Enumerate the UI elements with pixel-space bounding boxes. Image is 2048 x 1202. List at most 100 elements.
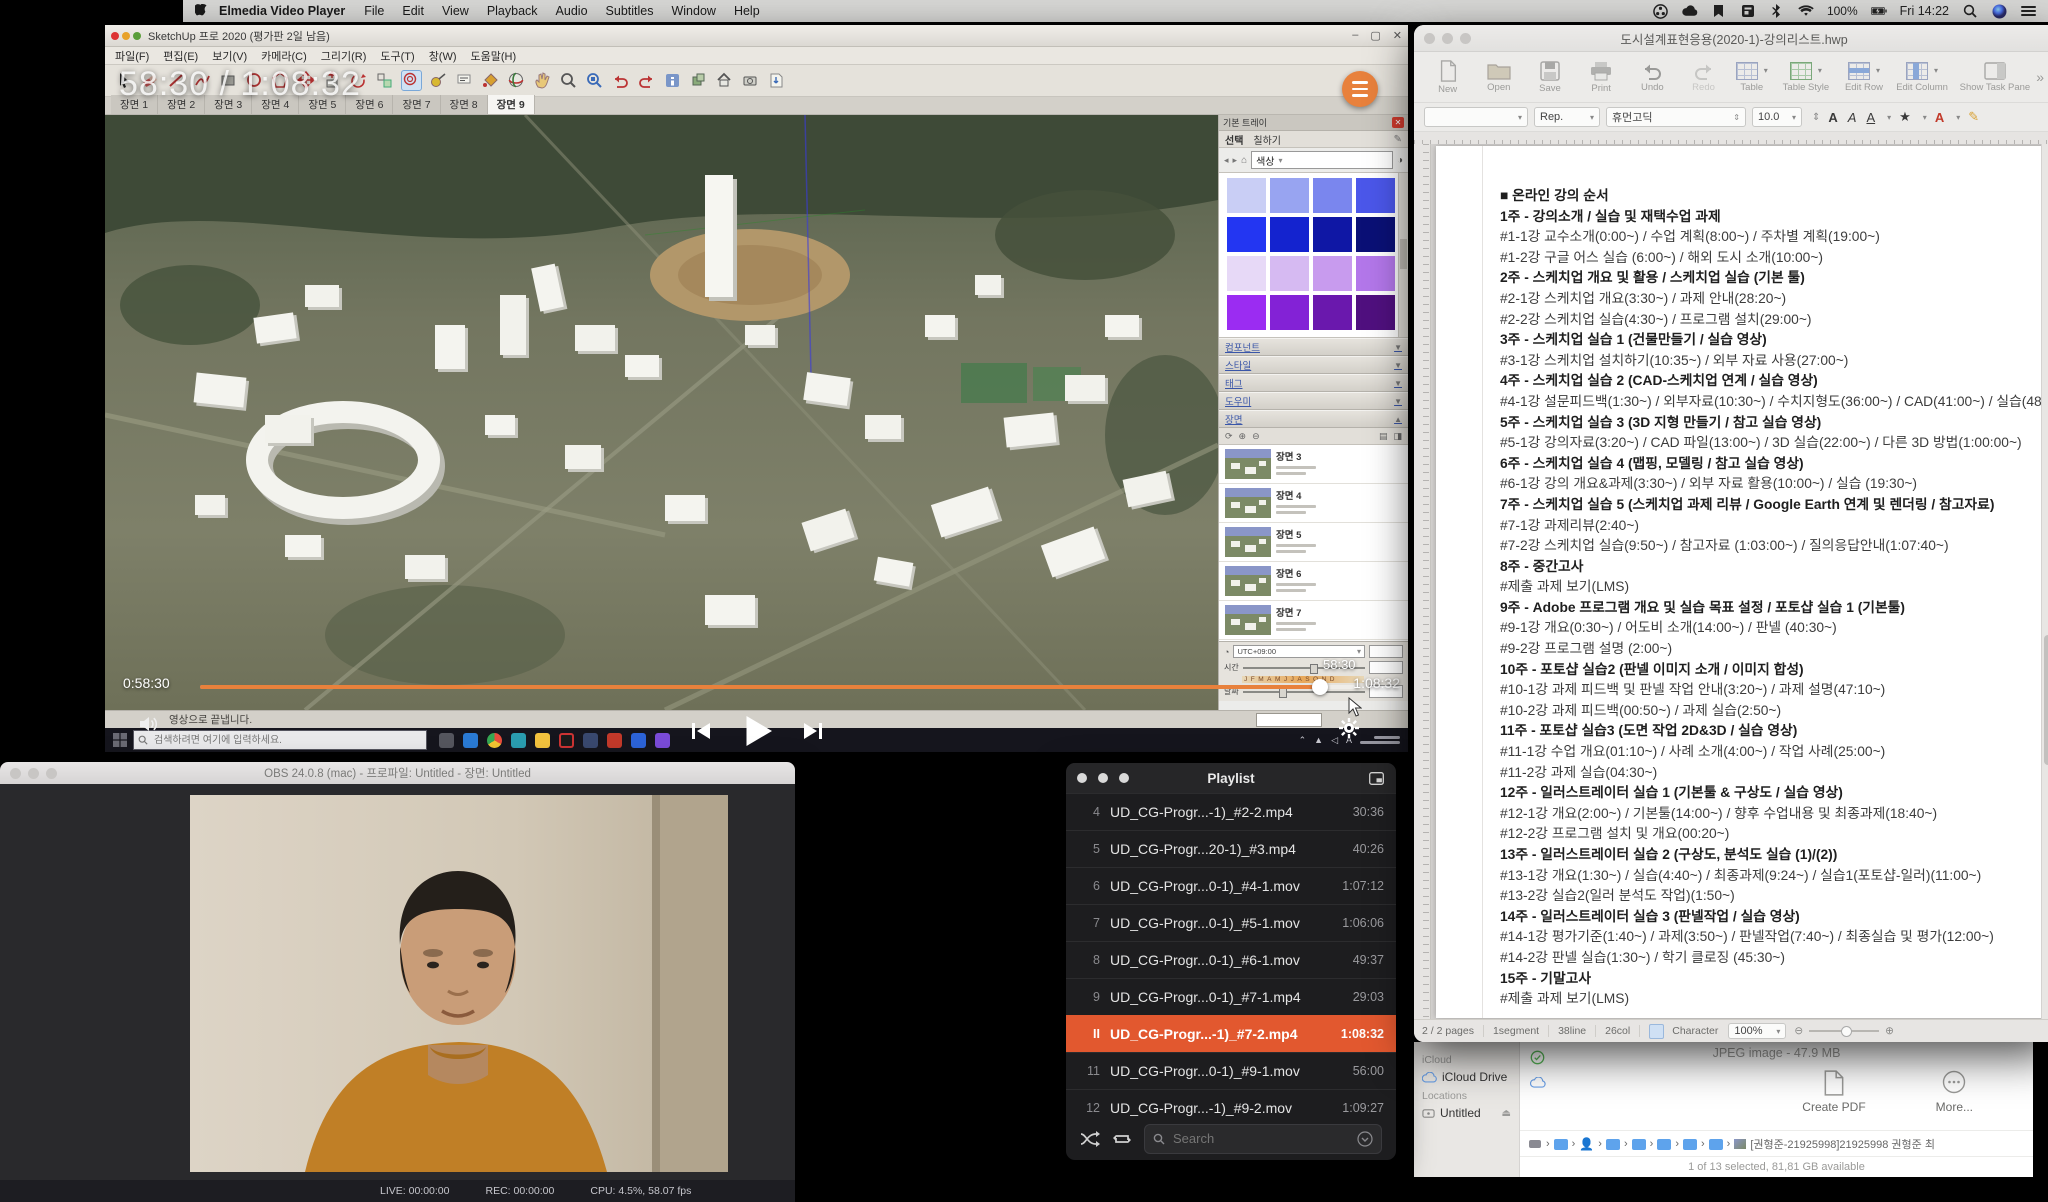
- sidebar-item-untitled[interactable]: Untitled ⏏: [1422, 1106, 1511, 1120]
- su-menu-help[interactable]: 도움말(H): [471, 48, 517, 64]
- color-swatch[interactable]: [1227, 217, 1266, 252]
- shuffle-icon[interactable]: [1080, 1131, 1100, 1147]
- playlist-row[interactable]: 11 UD_CG-Progr...0-1)_#9-1.mov 56:00: [1066, 1052, 1396, 1089]
- redo-tool-icon[interactable]: [637, 71, 656, 90]
- camera-tool-icon[interactable]: [741, 71, 760, 90]
- scene-details-icon[interactable]: ◨: [1393, 431, 1402, 442]
- wifi-icon[interactable]: [1798, 3, 1814, 19]
- siri-icon[interactable]: [1991, 3, 2007, 19]
- maximize-icon[interactable]: ▢: [1370, 29, 1380, 42]
- tab-edit[interactable]: 칠하기: [1253, 132, 1281, 147]
- color-swatch[interactable]: [1227, 295, 1266, 330]
- obs-preview[interactable]: [190, 795, 728, 1172]
- color-swatch[interactable]: [1356, 217, 1395, 252]
- more-button[interactable]: More...: [1936, 1070, 1973, 1114]
- playlist-row[interactable]: 5 UD_CG-Progr...20-1)_#3.mp4 40:26: [1066, 830, 1396, 867]
- player-settings-gear-icon[interactable]: [1338, 717, 1360, 739]
- menu-audio[interactable]: Audio: [556, 4, 588, 18]
- su-menu-window[interactable]: 창(W): [429, 48, 457, 64]
- color-swatch[interactable]: [1313, 178, 1352, 213]
- menu-file[interactable]: File: [364, 4, 384, 18]
- style-select[interactable]: ▾: [1424, 107, 1528, 127]
- highlight-pen-button[interactable]: ✎: [1968, 109, 1979, 125]
- color-swatch[interactable]: [1270, 295, 1309, 330]
- edge-app-icon[interactable]: [463, 733, 478, 748]
- edit-row-button[interactable]: ▾ Edit Row: [1837, 62, 1890, 93]
- spotlight-icon[interactable]: [1962, 3, 1978, 19]
- tray-close-icon[interactable]: ✕: [1392, 117, 1404, 128]
- play-button[interactable]: [739, 713, 775, 749]
- materials-dropdown[interactable]: 색상▾: [1251, 151, 1393, 169]
- tab-select[interactable]: 선택: [1225, 132, 1243, 147]
- zoom-slider[interactable]: [1809, 1030, 1879, 1032]
- bookmark-icon[interactable]: [1711, 3, 1727, 19]
- obs-status-icon[interactable]: [1653, 3, 1669, 19]
- eyedropper-icon[interactable]: ✎: [1394, 134, 1402, 145]
- scene-list-item[interactable]: 장면 5: [1219, 523, 1408, 562]
- menu-help[interactable]: Help: [734, 4, 760, 18]
- zoom-tool-icon[interactable]: [559, 71, 578, 90]
- app-icon-teal[interactable]: [511, 733, 526, 748]
- notification-center-icon[interactable]: [2020, 3, 2036, 19]
- insert-mode-icon[interactable]: [1649, 1024, 1664, 1039]
- app-icon-blue[interactable]: [631, 733, 646, 748]
- folder-crumb-icon[interactable]: [1554, 1139, 1568, 1150]
- scene-list-item[interactable]: 장면 7: [1219, 601, 1408, 640]
- color-swatch[interactable]: [1356, 295, 1395, 330]
- font-color-button[interactable]: A: [1935, 110, 1944, 125]
- scene-view-options-icon[interactable]: ▤: [1379, 431, 1388, 442]
- folder-crumb-icon5[interactable]: [1683, 1139, 1697, 1150]
- table-button[interactable]: ▾ Table: [1729, 62, 1774, 93]
- bold-button[interactable]: A: [1828, 110, 1837, 125]
- pip-icon[interactable]: [1369, 772, 1384, 785]
- playlist-row[interactable]: 8 UD_CG-Progr...0-1)_#6-1.mov 49:37: [1066, 941, 1396, 978]
- task-view-icon[interactable]: [439, 733, 454, 748]
- su-menu-tools[interactable]: 도구(T): [380, 48, 414, 64]
- edit-column-button[interactable]: ▾ Edit Column: [1891, 62, 1954, 93]
- scene-tab[interactable]: 장면 8: [441, 95, 488, 114]
- sidebar-item-icloud-drive[interactable]: iCloud Drive: [1422, 1070, 1511, 1084]
- font-size-select[interactable]: 10.0▾: [1752, 107, 1802, 127]
- orbit-tool-icon[interactable]: [507, 71, 526, 90]
- zoom-extents-tool-icon[interactable]: [585, 71, 604, 90]
- tray-header[interactable]: 기본 트레이 ✕: [1219, 115, 1408, 131]
- size-stepper[interactable]: ⇕: [1812, 112, 1820, 123]
- pan-tool-icon[interactable]: [533, 71, 552, 90]
- zoom-in-icon[interactable]: ⊕: [1885, 1025, 1894, 1037]
- su-menu-camera[interactable]: 카메라(C): [261, 48, 307, 64]
- folder-crumb-icon2[interactable]: [1606, 1139, 1620, 1150]
- previous-button[interactable]: [689, 719, 713, 743]
- house-tool-icon[interactable]: [715, 71, 734, 90]
- color-swatch[interactable]: [1227, 256, 1266, 291]
- tray-section-header[interactable]: 태그▼: [1219, 374, 1408, 392]
- menu-playback[interactable]: Playback: [487, 4, 538, 18]
- playlist-search-input[interactable]: [1171, 1130, 1351, 1147]
- export-tool-icon[interactable]: [767, 71, 786, 90]
- folder-crumb-icon4[interactable]: [1657, 1139, 1671, 1150]
- player-playlist-button[interactable]: [1342, 71, 1378, 107]
- minimize-icon[interactable]: –: [1352, 29, 1358, 42]
- scene-tab[interactable]: 장면 9: [488, 95, 535, 114]
- paint-bucket-tool-icon[interactable]: [481, 71, 500, 90]
- menu-window[interactable]: Window: [671, 4, 715, 18]
- apple-menu-icon[interactable]: [193, 3, 209, 19]
- menu-subtitles[interactable]: Subtitles: [606, 4, 654, 18]
- playlist-row[interactable]: 7 UD_CG-Progr...0-1)_#5-1.mov 1:06:06: [1066, 904, 1396, 941]
- color-swatch[interactable]: [1356, 256, 1395, 291]
- tray-chevron-icon[interactable]: ⌃: [1299, 735, 1307, 746]
- forward-arrow-icon[interactable]: ▸: [1233, 155, 1238, 166]
- open-button[interactable]: Open: [1473, 62, 1524, 93]
- chrome-app-icon[interactable]: [487, 733, 502, 748]
- tray-section-header[interactable]: 스타일▼: [1219, 356, 1408, 374]
- underline-button[interactable]: A: [1866, 110, 1875, 125]
- next-button[interactable]: [801, 719, 825, 743]
- date-slider[interactable]: [1243, 691, 1365, 693]
- tray-volume-icon[interactable]: ◁: [1331, 735, 1338, 746]
- color-swatch[interactable]: [1313, 217, 1352, 252]
- seek-bar[interactable]: [200, 685, 1355, 689]
- menubar-clock[interactable]: Fri 14:22: [1900, 4, 1949, 18]
- taskbar-search-input[interactable]: [152, 734, 406, 747]
- cloud-icon[interactable]: [1682, 3, 1698, 19]
- color-swatch[interactable]: [1313, 256, 1352, 291]
- italic-button[interactable]: A: [1848, 110, 1857, 125]
